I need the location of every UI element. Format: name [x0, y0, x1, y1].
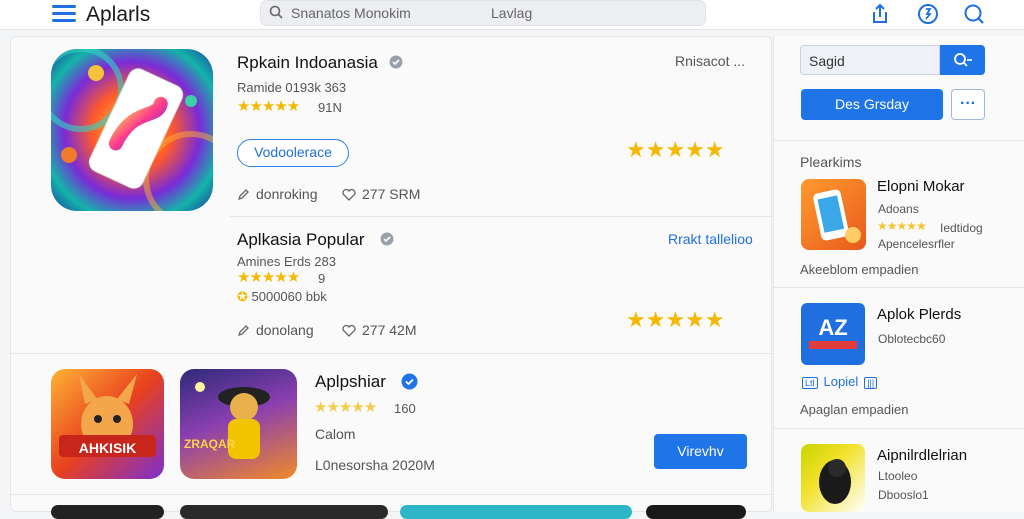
verified-icon [389, 55, 403, 69]
sidebar-more-button[interactable]: ··· [951, 89, 985, 120]
sidebar-search-value: Sagid [809, 53, 845, 69]
sidebar-item-line2: Apencelesrfler [878, 237, 955, 251]
game-app-icon[interactable]: AHKISIK [51, 369, 164, 479]
popular-title[interactable]: Aplkasia Popular [237, 230, 365, 250]
featured-app-subtitle: Ramide 0193k 363 [237, 80, 347, 95]
featured-action-button[interactable]: Vodoolerace [237, 139, 349, 167]
sidebar-item-title[interactable]: Aipnilrdlelrian [877, 447, 967, 464]
divider [10, 494, 772, 495]
game-app-icon[interactable]: ZRAQAR [180, 369, 297, 479]
sidebar-item-footer: Apaglan empadien [800, 402, 909, 417]
featured-app-title[interactable]: Rpkain Indoanasia [237, 53, 378, 73]
listing-title[interactable]: Aplpshiar [315, 372, 386, 392]
popular-subtitle: Amines Erds 283 [237, 254, 336, 269]
sidebar-search-button[interactable] [940, 45, 985, 75]
search-placeholder: Snanatos Monokim [291, 5, 411, 21]
sidebar-item-line1: Oblotecbc60 [878, 332, 946, 346]
popular-meta-left: donolang [237, 322, 314, 338]
rating-stars: ★★★★★ [237, 98, 300, 115]
sidebar-item-footer: Akeeblom empadien [800, 262, 919, 277]
popular-meta-left-text: donolang [256, 322, 314, 338]
sidebar-item-tile-text: AZ [818, 315, 848, 340]
edit-icon [237, 325, 249, 337]
featured-meta-right-text: 277 SRM [362, 186, 421, 202]
listing-date: L0nesorsha 2020M [315, 457, 435, 473]
sidebar-primary-button[interactable]: Des Grsday [801, 89, 943, 120]
featured-app-icon[interactable] [51, 49, 213, 211]
popular-link[interactable]: Rrakt tallelioo [668, 231, 753, 247]
sidebar-item-icon[interactable]: AZ [801, 303, 865, 365]
large-rating-stars: ★★★★★ [626, 307, 725, 332]
share-icon[interactable] [868, 2, 892, 26]
app-tile-partial[interactable] [646, 505, 746, 519]
popular-meta-right: 277 42M [342, 322, 416, 338]
top-bar: Aplarls Snanatos Monokim Lavlag [0, 0, 1024, 30]
search-icon [954, 53, 972, 67]
game-app-tile-text: AHKISIK [78, 440, 137, 456]
view-button[interactable]: Virevhv [654, 434, 747, 469]
listing-category: Calom [315, 426, 356, 442]
sidebar-search-input[interactable]: Sagid [800, 45, 940, 75]
update-icon[interactable] [916, 2, 940, 26]
divider [773, 287, 1024, 288]
verified-icon [401, 373, 418, 390]
rating-stars: ★★★★★ [877, 219, 927, 233]
divider [230, 216, 772, 217]
sidebar-item-icon[interactable] [801, 444, 865, 512]
rating-count: 91N [318, 100, 342, 115]
heart-icon [342, 324, 356, 337]
sidebar-item-title[interactable]: Aplok Plerds [877, 306, 961, 323]
rating-count: 160 [394, 401, 416, 416]
sidebar-item-line2: Dbooslo1 [878, 488, 929, 502]
search-icon[interactable] [962, 2, 986, 26]
sidebar-section-label: Plearkims [800, 154, 862, 170]
divider [773, 428, 1024, 429]
verified-icon [380, 232, 394, 246]
sidebar-item-icon[interactable] [801, 179, 866, 250]
sidebar-item-badge-text: Lopiel [823, 374, 859, 389]
rating-count: 9 [318, 271, 326, 286]
badge-icon: ||| [864, 377, 878, 389]
divider [10, 353, 772, 354]
search-hint: Lavlag [491, 5, 533, 21]
divider [773, 140, 1024, 141]
sidebar-item-line1: Adoans [878, 202, 919, 216]
search-icon [269, 5, 283, 19]
heart-icon [342, 188, 356, 201]
app-tile-partial[interactable] [180, 505, 388, 519]
popular-meta-right-text: 277 42M [362, 322, 417, 338]
edit-icon [237, 189, 249, 201]
large-rating-stars: ★★★★★ [626, 137, 725, 162]
sidebar-item-rating-text: Iedtidog [940, 221, 983, 235]
game-app-tile-text: ZRAQAR [184, 437, 236, 451]
sidebar-item-badge[interactable]: Ltl Lopiel ||| [802, 374, 878, 389]
search-input[interactable]: Snanatos Monokim Lavlag [260, 0, 706, 26]
app-title: Aplarls [86, 3, 151, 26]
downloads-text: ✪ 5000060 bbk [237, 289, 327, 304]
featured-meta-right: 277 SRM [342, 186, 420, 202]
featured-meta-left: donroking [237, 186, 318, 202]
app-tile-partial[interactable] [400, 505, 632, 519]
downloads-value: 5000060 bbk [251, 289, 327, 304]
featured-top-right-text[interactable]: Rnisacot ... [675, 53, 745, 69]
sidebar-item-title[interactable]: Elopni Mokar [877, 178, 965, 195]
sidebar-item-line1: Ltooleo [878, 469, 918, 483]
rating-stars: ★★★★★ [314, 399, 377, 416]
rating-stars: ★★★★★ [237, 269, 300, 286]
app-tile-partial[interactable] [51, 505, 164, 519]
badge-icon: Ltl [802, 377, 818, 389]
featured-meta-left-text: donroking [256, 186, 318, 202]
menu-icon[interactable] [52, 5, 76, 23]
